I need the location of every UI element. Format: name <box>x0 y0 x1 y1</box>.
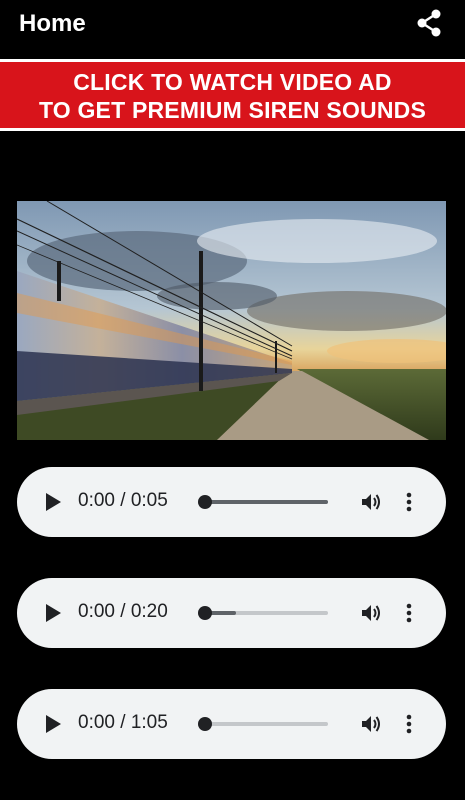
more-options-icon[interactable] <box>405 491 413 513</box>
player-time: 0:00 / 1:05 <box>78 712 168 733</box>
play-icon[interactable] <box>43 713 63 735</box>
premium-ad-banner[interactable]: CLICK TO WATCH VIDEO AD TO GET PREMIUM S… <box>0 59 465 131</box>
player-time: 0:00 / 0:05 <box>78 490 168 511</box>
progress-thumb[interactable] <box>198 717 212 731</box>
train-photo-art <box>17 201 446 440</box>
player-time: 0:00 / 0:20 <box>78 601 168 622</box>
banner-line-2: TO GET PREMIUM SIREN SOUNDS <box>38 97 427 123</box>
buffer-bar <box>205 500 328 504</box>
progress-slider[interactable] <box>198 495 328 509</box>
more-options-icon[interactable] <box>405 602 413 624</box>
play-icon[interactable] <box>43 491 63 513</box>
page-title: Home <box>19 10 86 37</box>
progress-slider[interactable] <box>198 717 328 731</box>
play-icon[interactable] <box>43 602 63 624</box>
audio-player-1: 0:00 / 0:05 <box>17 467 446 537</box>
progress-thumb[interactable] <box>198 606 212 620</box>
train-photo <box>17 201 446 440</box>
volume-icon[interactable] <box>360 713 382 735</box>
progress-thumb[interactable] <box>198 495 212 509</box>
app-bar: Home <box>0 0 465 50</box>
volume-icon[interactable] <box>360 602 382 624</box>
share-icon[interactable] <box>414 8 444 38</box>
audio-player-3: 0:00 / 1:05 <box>17 689 446 759</box>
banner-line-1: CLICK TO WATCH VIDEO AD <box>73 69 392 95</box>
progress-slider[interactable] <box>198 606 328 620</box>
more-options-icon[interactable] <box>405 713 413 735</box>
audio-player-2: 0:00 / 0:20 <box>17 578 446 648</box>
volume-icon[interactable] <box>360 491 382 513</box>
